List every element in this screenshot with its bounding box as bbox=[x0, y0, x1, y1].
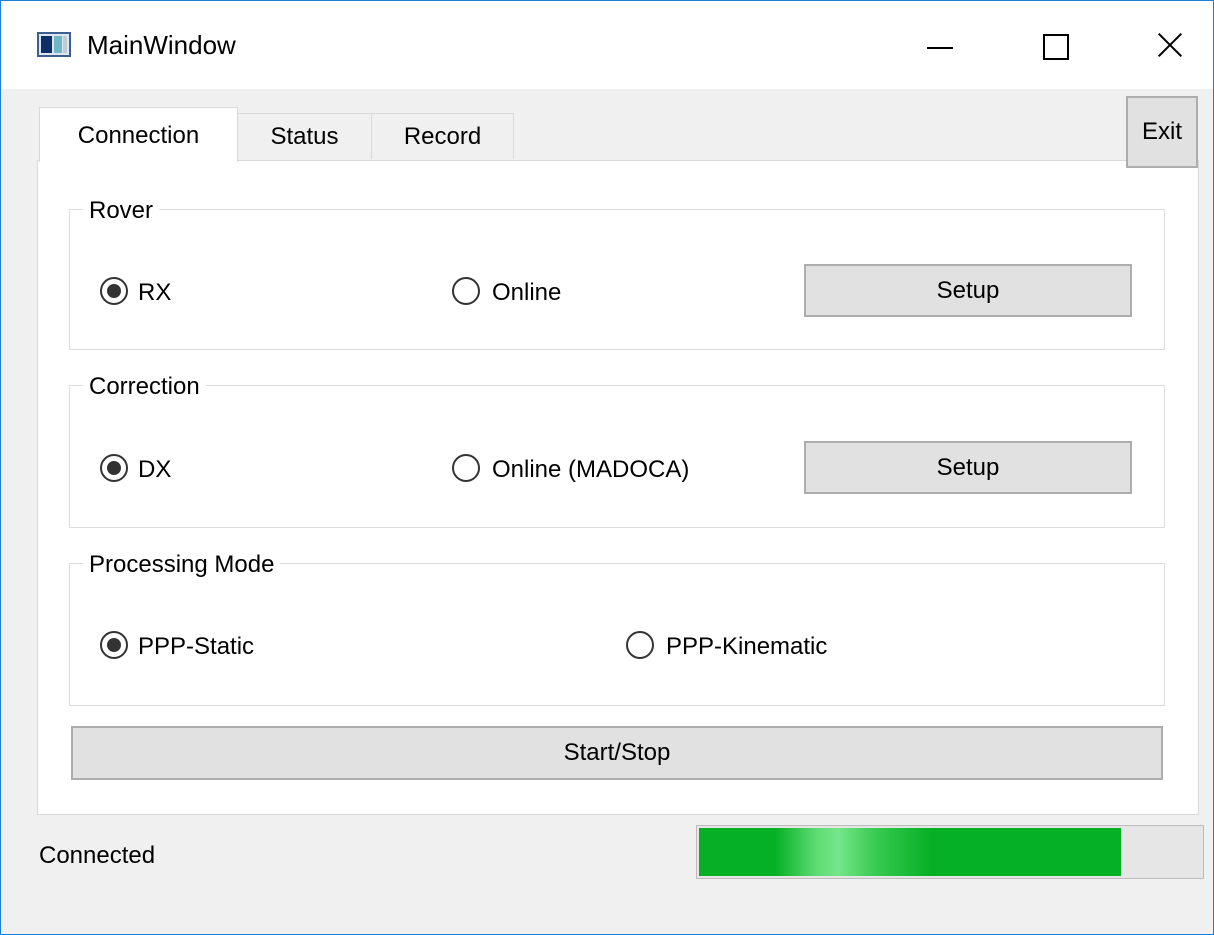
main-window: MainWindow Connection Status Record Exit… bbox=[0, 0, 1214, 935]
correction-group-title: Correction bbox=[83, 372, 206, 402]
rover-group-title: Rover bbox=[83, 196, 160, 226]
progress-bar-fill bbox=[699, 828, 1121, 876]
radio-rover-online-label[interactable]: Online bbox=[492, 278, 561, 308]
processing-mode-group-title: Processing Mode bbox=[83, 550, 281, 580]
close-button[interactable] bbox=[1135, 19, 1205, 73]
connection-status-text: Connected bbox=[39, 842, 156, 869]
radio-correction-online-madoca[interactable] bbox=[452, 454, 480, 482]
radio-ppp-static-label[interactable]: PPP-Static bbox=[138, 632, 254, 662]
tab-record[interactable]: Record bbox=[371, 113, 514, 159]
title-bar[interactable]: MainWindow bbox=[1, 1, 1213, 89]
exit-button[interactable]: Exit bbox=[1126, 96, 1198, 168]
radio-ppp-kinematic-label[interactable]: PPP-Kinematic bbox=[666, 632, 827, 662]
start-stop-button[interactable]: Start/Stop bbox=[71, 726, 1163, 780]
radio-checked-dot bbox=[107, 461, 121, 475]
minimize-icon bbox=[927, 47, 953, 49]
correction-setup-button[interactable]: Setup bbox=[804, 441, 1132, 494]
radio-correction-dx-label[interactable]: DX bbox=[138, 455, 171, 485]
radio-checked-dot bbox=[107, 638, 121, 652]
radio-correction-dx[interactable] bbox=[100, 454, 128, 482]
radio-rover-rx[interactable] bbox=[100, 277, 128, 305]
app-window-icon bbox=[37, 32, 71, 57]
tab-status[interactable]: Status bbox=[237, 113, 372, 159]
radio-ppp-static[interactable] bbox=[100, 631, 128, 659]
radio-checked-dot bbox=[107, 284, 121, 298]
tab-connection[interactable]: Connection bbox=[39, 107, 238, 162]
radio-ppp-kinematic[interactable] bbox=[626, 631, 654, 659]
radio-rover-rx-label[interactable]: RX bbox=[138, 278, 171, 308]
radio-correction-online-madoca-label[interactable]: Online (MADOCA) bbox=[492, 455, 689, 485]
radio-rover-online[interactable] bbox=[452, 277, 480, 305]
maximize-icon bbox=[1043, 34, 1069, 60]
maximize-button[interactable] bbox=[1021, 19, 1091, 73]
minimize-button[interactable] bbox=[905, 19, 975, 73]
connection-progress-bar bbox=[696, 825, 1204, 879]
window-title: MainWindow bbox=[87, 30, 236, 60]
rover-setup-button[interactable]: Setup bbox=[804, 264, 1132, 317]
